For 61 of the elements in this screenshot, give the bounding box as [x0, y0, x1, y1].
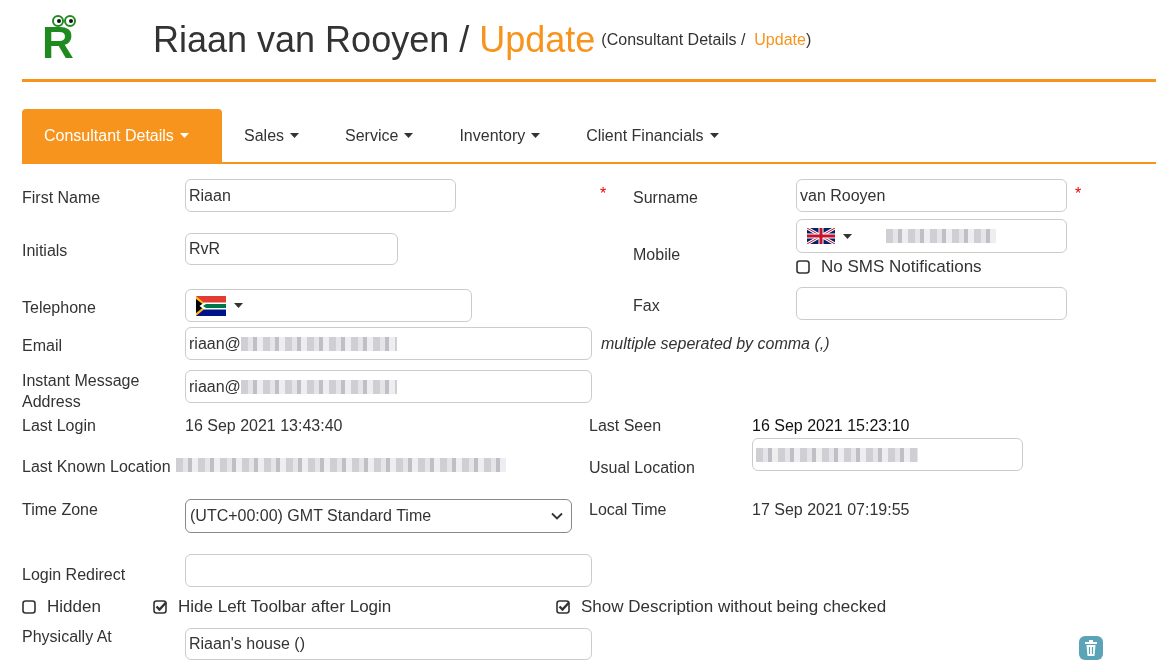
checkbox[interactable]: [796, 260, 810, 274]
field-label: Usual Location: [589, 458, 696, 477]
field-label: First Name: [22, 187, 102, 207]
flag-icon: [807, 228, 835, 244]
caret-icon: [179, 133, 189, 138]
field-label: Physically At: [22, 628, 113, 646]
tab[interactable]: Sales: [222, 109, 324, 162]
tab[interactable]: Client Financials: [564, 109, 743, 162]
hint-text: multiple seperated by comma (,): [601, 334, 830, 353]
field-label: Local Time: [589, 500, 668, 519]
checkbox-label: Hidden: [47, 597, 101, 617]
field-value: 17 Sep 2021 07:19:55: [752, 500, 910, 519]
checkbox-label: No SMS Notifications: [821, 257, 982, 277]
caret-icon: [843, 233, 852, 239]
trash-icon[interactable]: [1079, 636, 1103, 660]
checkbox-label: Hide Left Toolbar after Login: [178, 597, 392, 617]
input-field[interactable]: [752, 438, 1023, 471]
breadcrumb: (Consultant Details / Update): [601, 30, 812, 49]
phone-field[interactable]: [185, 289, 472, 322]
field-label: Fax: [633, 295, 661, 315]
caret-icon: [531, 133, 541, 138]
input-field[interactable]: Riaan's house (): [185, 628, 592, 660]
field-value: 16 Sep 2021 15:23:10: [752, 416, 910, 435]
caret-icon: [709, 133, 719, 138]
field-label: Last Seen: [589, 416, 663, 435]
field-label: Login Redirect: [22, 564, 127, 584]
tab[interactable]: Service: [323, 109, 438, 162]
field-label: Time Zone: [22, 500, 99, 519]
field-label: Email: [22, 335, 63, 355]
chevron-down-icon: [551, 512, 563, 520]
checkbox[interactable]: [22, 600, 36, 614]
input-field[interactable]: riaan@: [185, 370, 592, 403]
checkbox-label: Show Description without being checked: [581, 597, 887, 617]
input-field[interactable]: van Rooyen: [796, 179, 1067, 212]
field-label: Telephone: [22, 297, 97, 317]
email-field[interactable]: riaan@: [185, 327, 592, 360]
field-label: Instant Message Address: [22, 371, 141, 412]
field-label: Surname: [633, 187, 699, 207]
checkbox[interactable]: [153, 600, 167, 614]
field-value: 16 Sep 2021 13:43:40: [185, 416, 343, 435]
caret-icon: [404, 133, 414, 138]
logo-text: R: [42, 20, 74, 65]
tab[interactable]: Inventory: [437, 109, 565, 162]
input-field[interactable]: RvR: [185, 233, 398, 265]
time-zone-select[interactable]: (UTC+00:00) GMT Standard Time: [185, 499, 572, 533]
field-label: Mobile: [633, 245, 682, 264]
page-title: Riaan van Rooyen / Update: [153, 18, 596, 61]
flag-icon: [196, 295, 226, 316]
required-mark: *: [1075, 184, 1082, 204]
required-mark: *: [600, 184, 608, 204]
phone-field[interactable]: [796, 219, 1067, 253]
input-field[interactable]: Riaan: [185, 179, 456, 212]
field-label: Last Known Location: [22, 457, 171, 476]
caret-icon: [290, 133, 300, 138]
caret-icon: [234, 303, 243, 308]
input-field[interactable]: [796, 287, 1067, 320]
checkbox[interactable]: [556, 600, 570, 614]
field-label: Initials: [22, 241, 69, 260]
field-label: Last Login: [22, 416, 97, 435]
input-field[interactable]: [185, 554, 592, 587]
eyes-icon: [51, 14, 77, 27]
